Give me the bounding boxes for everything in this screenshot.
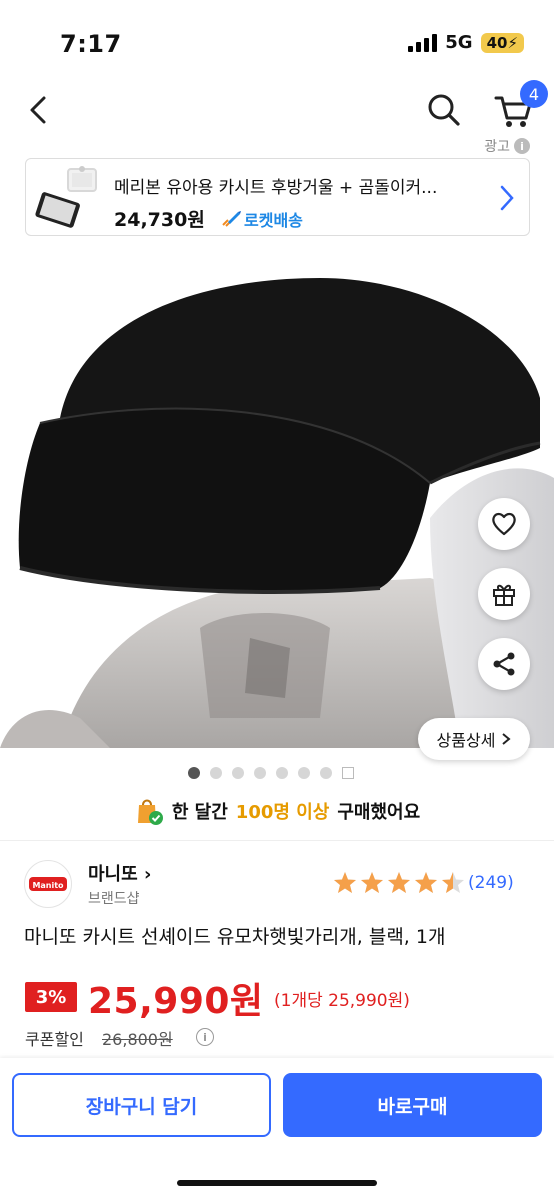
carousel-dot[interactable] [232, 767, 244, 779]
grid-view-icon[interactable] [342, 767, 354, 779]
search-icon [428, 94, 460, 126]
buy-now-button[interactable]: 바로구매 [283, 1073, 542, 1137]
manito-logo: Manito [29, 877, 67, 891]
carousel-dot[interactable] [210, 767, 222, 779]
svg-text:Manito: Manito [32, 881, 64, 890]
status-time: 7:17 [60, 30, 122, 58]
share-icon [493, 652, 515, 676]
carousel-dot[interactable] [320, 767, 332, 779]
unit-price: (1개당 25,990원) [274, 991, 410, 1011]
review-count[interactable]: (249) [468, 873, 514, 893]
heart-icon [492, 512, 516, 536]
rocket-icon [222, 211, 241, 227]
chevron-right-icon: › [137, 864, 152, 885]
ad-tag[interactable]: 광고 i [484, 136, 530, 156]
brand-logo[interactable]: Manito [24, 860, 72, 908]
coupon-label: 쿠폰할인 [25, 1030, 84, 1049]
rating-stars[interactable] [332, 870, 466, 896]
signal-icon [408, 33, 438, 52]
share-button[interactable] [478, 638, 530, 690]
carousel-dot[interactable] [254, 767, 266, 779]
car-seat-sunshade-image [0, 278, 554, 748]
carousel-dot[interactable] [188, 767, 200, 779]
network-type: 5G [445, 32, 473, 53]
sale-price: 25,990원 [88, 981, 264, 1022]
star-icon [334, 872, 356, 893]
star-icon [388, 872, 410, 893]
original-price: 26,800원 [102, 1030, 173, 1049]
ad-card[interactable]: 메리본 유아용 카시트 후방거울 + 곰돌이커... 24,730원 로켓배송 [25, 158, 530, 236]
carousel-dot[interactable] [298, 767, 310, 779]
gift-icon [493, 584, 515, 606]
status-indicators: 5G 40⚡ [408, 32, 524, 53]
banner-prefix: 한 달간 [171, 802, 228, 823]
battery-icon: 40⚡ [480, 32, 524, 53]
ad-thumbnail [34, 165, 104, 231]
purchase-count-banner: 한 달간 100명 이상 구매했어요 [0, 794, 554, 828]
product-detail-button[interactable]: 상품상세 [418, 718, 530, 760]
info-icon[interactable]: i [196, 1028, 214, 1046]
shopping-bag-check-icon [137, 799, 163, 825]
status-bar: 7:17 5G 40⚡ [0, 0, 554, 80]
top-nav [0, 80, 554, 140]
discount-badge: 3% [25, 982, 77, 1012]
brand-name-link[interactable]: 마니또 › [88, 860, 151, 886]
chevron-right-icon [502, 733, 511, 745]
search-button[interactable] [422, 88, 466, 132]
ad-chevron-right-icon [497, 183, 517, 213]
cart-count-badge: 4 [520, 80, 548, 108]
product-title: 마니또 카시트 선셰이드 유모차햇빛가리개, 블랙, 1개 [24, 926, 446, 948]
rocket-delivery-badge: 로켓배송 [220, 207, 303, 231]
battery-level: 40 [486, 33, 508, 52]
star-icon [415, 872, 437, 893]
star-icon [442, 872, 464, 893]
ad-price: 24,730원 [114, 209, 205, 231]
star-icon [361, 872, 383, 893]
chevron-left-icon [30, 96, 46, 124]
banner-suffix: 구매했어요 [337, 802, 421, 823]
carousel-indicator [188, 767, 354, 779]
info-icon: i [514, 138, 530, 154]
rocket-delivery-label: 로켓배송 [244, 211, 303, 230]
carousel-dot[interactable] [276, 767, 288, 779]
mirror-product-image [35, 166, 97, 228]
divider [0, 840, 554, 841]
product-detail-label: 상품상세 [436, 731, 496, 750]
product-image[interactable] [0, 248, 554, 748]
back-button[interactable] [20, 90, 60, 130]
gift-button[interactable] [478, 568, 530, 620]
ad-title: 메리본 유아용 카시트 후방거울 + 곰돌이커... [114, 178, 438, 198]
brand-name: 마니또 [88, 864, 138, 885]
wishlist-button[interactable] [478, 498, 530, 550]
add-to-cart-button[interactable]: 장바구니 담기 [12, 1073, 271, 1137]
bottom-action-bar: 장바구니 담기 바로구매 [0, 1058, 554, 1200]
ad-tag-label: 광고 [484, 139, 510, 155]
banner-highlight: 100명 이상 [235, 802, 330, 823]
home-indicator[interactable] [177, 1180, 377, 1186]
brand-subtitle: 브랜드샵 [88, 891, 140, 907]
